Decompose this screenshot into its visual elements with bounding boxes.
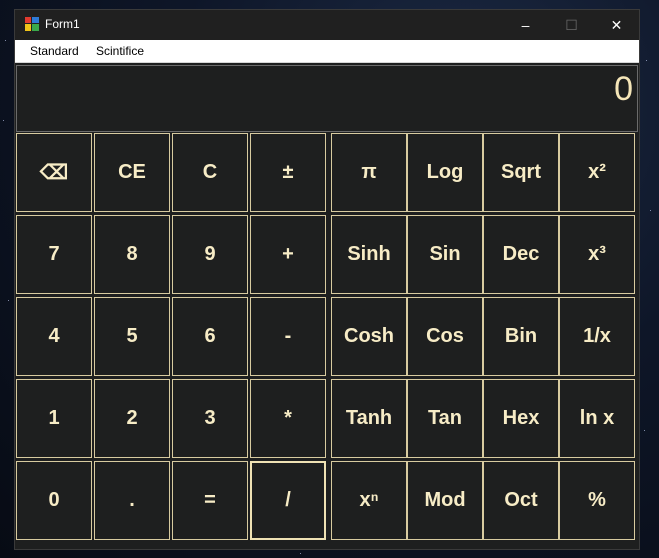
minimize-button[interactable]: – <box>503 10 548 40</box>
ln-x-button[interactable]: ln x <box>559 379 635 458</box>
calculator-display: 0 <box>16 65 638 132</box>
sin-button[interactable]: Sin <box>407 215 483 294</box>
5-button[interactable]: 5 <box>94 297 170 376</box>
bin-button[interactable]: Bin <box>483 297 559 376</box>
close-button[interactable]: ✕ <box>594 10 639 40</box>
c-button[interactable]: C <box>172 133 248 212</box>
2-button[interactable]: 2 <box>94 379 170 458</box>
subtract-button[interactable]: - <box>250 297 326 376</box>
9-button[interactable]: 9 <box>172 215 248 294</box>
oct-button[interactable]: Oct <box>483 461 559 540</box>
cos-button[interactable]: Cos <box>407 297 483 376</box>
title-bar[interactable]: Form1 – ☐ ✕ <box>15 10 639 40</box>
menu-scientific[interactable]: Scintifice <box>96 44 144 58</box>
1-button[interactable]: 1 <box>16 379 92 458</box>
6-button[interactable]: 6 <box>172 297 248 376</box>
plus-minus-button[interactable]: ± <box>250 133 326 212</box>
backspace-button[interactable]: ⌫ <box>16 133 92 212</box>
decimal-button[interactable]: . <box>94 461 170 540</box>
reciprocal-button[interactable]: 1/x <box>559 297 635 376</box>
app-icon <box>25 17 39 31</box>
3-button[interactable]: 3 <box>172 379 248 458</box>
add-button[interactable]: + <box>250 215 326 294</box>
8-button[interactable]: 8 <box>94 215 170 294</box>
hex-button[interactable]: Hex <box>483 379 559 458</box>
ce-button[interactable]: CE <box>94 133 170 212</box>
power-button[interactable]: xⁿ <box>331 461 407 540</box>
cosh-button[interactable]: Cosh <box>331 297 407 376</box>
pi-button[interactable]: π <box>331 133 407 212</box>
cube-button[interactable]: x³ <box>559 215 635 294</box>
mod-button[interactable]: Mod <box>407 461 483 540</box>
percent-button[interactable]: % <box>559 461 635 540</box>
calculator-window: Form1 – ☐ ✕ Standard Scintifice 0 ⌫ π CE Lo… <box>14 9 640 550</box>
0-button[interactable]: 0 <box>16 461 92 540</box>
sinh-button[interactable]: Sinh <box>331 215 407 294</box>
log-button[interactable]: Log <box>407 133 483 212</box>
dec-button[interactable]: Dec <box>483 215 559 294</box>
menu-standard[interactable]: Standard <box>30 44 79 58</box>
7-button[interactable]: 7 <box>16 215 92 294</box>
menu-bar: Standard Scintifice <box>15 40 639 63</box>
window-title: Form1 <box>45 17 80 31</box>
tanh-button[interactable]: Tanh <box>331 379 407 458</box>
sqrt-button[interactable]: Sqrt <box>483 133 559 212</box>
square-button[interactable]: x² <box>559 133 635 212</box>
divide-button[interactable]: / <box>250 461 326 540</box>
tan-button[interactable]: Tan <box>407 379 483 458</box>
equals-button[interactable]: = <box>172 461 248 540</box>
display-value: 0 <box>614 70 633 108</box>
multiply-button[interactable]: * <box>250 379 326 458</box>
maximize-button[interactable]: ☐ <box>549 10 594 40</box>
4-button[interactable]: 4 <box>16 297 92 376</box>
